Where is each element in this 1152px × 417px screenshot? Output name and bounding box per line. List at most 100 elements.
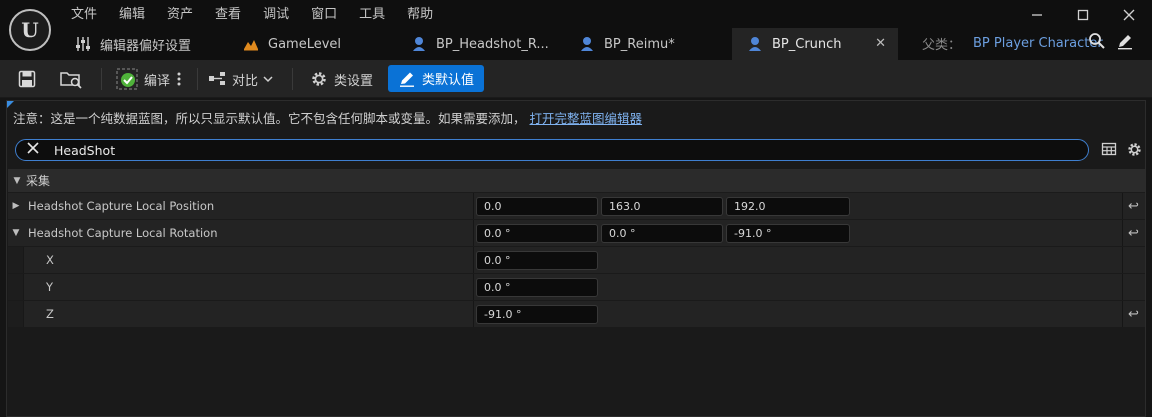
tab-editor-preferences[interactable]: 编辑器偏好设置 — [60, 28, 228, 60]
tab-label: BP_Crunch — [772, 36, 842, 52]
class-defaults-button[interactable]: 类默认值 — [388, 65, 485, 92]
column-divider — [1122, 220, 1123, 246]
save-button[interactable] — [18, 65, 36, 93]
column-divider — [1122, 193, 1123, 219]
data-only-notice: 注意：这是一个纯数据蓝图，所以只显示默认值。它不包含任何脚本或变量。如果需要添加… — [13, 108, 642, 127]
character-icon — [746, 35, 764, 53]
more-vertical-icon — [177, 72, 181, 86]
search-input[interactable] — [54, 142, 954, 158]
table-row: ▶ Headshot Capture Local Position 0.0 16… — [8, 193, 1145, 220]
collapse-arrow-icon[interactable]: ▶ — [8, 201, 24, 211]
compile-options-button[interactable] — [176, 65, 182, 93]
menu-edit[interactable]: 编辑 — [108, 0, 156, 30]
rotation-x-field[interactable]: 0.0 ° — [476, 224, 598, 243]
save-icon — [18, 70, 36, 88]
browse-button[interactable] — [60, 65, 84, 93]
property-name[interactable]: ▼ Headshot Capture Local Rotation — [8, 220, 218, 246]
details-view-options — [1101, 141, 1143, 158]
property-label: Z — [46, 307, 54, 321]
minimize-button[interactable] — [1014, 0, 1060, 30]
property-label: X — [46, 253, 54, 267]
level-icon — [242, 35, 260, 53]
menu-tools[interactable]: 工具 — [348, 0, 396, 30]
tab-bp-headshot[interactable]: BP_Headshot_R... — [396, 28, 564, 60]
column-divider — [473, 220, 474, 246]
menu-asset[interactable]: 资产 — [156, 0, 204, 30]
search-icon[interactable] — [1088, 32, 1106, 50]
property-name[interactable]: ▶ Headshot Capture Local Position — [8, 193, 215, 219]
category-label: 采集 — [26, 174, 51, 188]
menu-bar: 文件 编辑 资产 查看 调试 窗口 工具 帮助 — [60, 0, 444, 30]
class-settings-button[interactable]: 类设置 — [309, 65, 373, 93]
minimize-icon — [1032, 14, 1042, 16]
position-y-field[interactable]: 163.0 — [601, 197, 723, 216]
menu-window[interactable]: 窗口 — [300, 0, 348, 30]
column-divider — [473, 193, 474, 219]
settings-gear-icon[interactable] — [1126, 141, 1143, 158]
column-divider — [473, 247, 474, 273]
menu-help[interactable]: 帮助 — [396, 0, 444, 30]
column-divider — [1122, 274, 1123, 300]
maximize-button[interactable] — [1060, 0, 1106, 30]
toolbar: 编译 对比 类设置 类默认值 — [0, 60, 1152, 98]
menu-debug[interactable]: 调试 — [252, 0, 300, 30]
character-icon — [578, 35, 596, 53]
rotation-y-field[interactable]: 0.0 ° — [601, 224, 723, 243]
notice-text: 注意：这是一个纯数据蓝图，所以只显示默认值。它不包含任何脚本或变量。如果需要添加… — [13, 111, 526, 126]
diff-label: 对比 — [232, 73, 259, 89]
reset-to-default-icon[interactable]: ↩ — [1128, 307, 1139, 322]
category-header[interactable]: ▼ 采集 — [8, 169, 1145, 193]
rotation-y-child-field[interactable]: 0.0 ° — [476, 278, 598, 297]
unreal-logo[interactable]: U — [9, 9, 51, 51]
window-controls — [1014, 0, 1152, 30]
close-icon — [1123, 9, 1135, 21]
rotation-z-field[interactable]: -91.0 ° — [726, 224, 850, 243]
clear-search-icon[interactable] — [20, 142, 46, 158]
expand-arrow-icon: ▼ — [13, 175, 21, 186]
reset-to-default-icon[interactable]: ↩ — [1128, 226, 1139, 241]
toolbar-separator — [197, 68, 198, 90]
close-window-button[interactable] — [1106, 0, 1152, 30]
rotation-z-child-field[interactable]: -91.0 ° — [476, 305, 598, 324]
toolbar-separator — [292, 68, 293, 90]
menu-view[interactable]: 查看 — [204, 0, 252, 30]
open-full-editor-link[interactable]: 打开完整蓝图编辑器 — [530, 111, 643, 126]
column-divider — [473, 301, 474, 327]
tab-label: GameLevel — [268, 36, 342, 52]
sliders-icon — [74, 35, 92, 53]
class-defaults-label: 类默认值 — [422, 73, 475, 88]
table-row: X 0.0 ° — [8, 247, 1145, 274]
tab-bp-reimu[interactable]: BP_Reimu* — [564, 28, 732, 60]
table-row: ▼ Headshot Capture Local Rotation 0.0 ° … — [8, 220, 1145, 247]
menu-file[interactable]: 文件 — [60, 0, 108, 30]
rotation-x-child-field[interactable]: 0.0 ° — [476, 251, 598, 270]
tab-close-icon[interactable]: ✕ — [875, 36, 886, 51]
diff-icon — [209, 72, 225, 85]
position-z-field[interactable]: 192.0 — [726, 197, 850, 216]
indent-guide — [8, 247, 24, 273]
diff-button[interactable]: 对比 — [208, 65, 273, 93]
reset-to-default-icon[interactable]: ↩ — [1128, 199, 1139, 214]
character-icon — [410, 35, 428, 53]
tab-gamelevel[interactable]: GameLevel — [228, 28, 396, 60]
details-search[interactable] — [15, 139, 1089, 161]
tab-bp-crunch[interactable]: BP_Crunch ✕ — [732, 28, 898, 60]
parent-class-link[interactable]: BP Player Character — [973, 36, 1103, 51]
compile-status-icon — [116, 68, 138, 90]
property-label: Headshot Capture Local Position — [28, 199, 215, 213]
compile-button[interactable]: 编译 — [116, 65, 170, 93]
title-bar: U 文件 编辑 资产 查看 调试 窗口 工具 帮助 编辑器偏好设置 GameLe… — [0, 0, 1152, 60]
document-tabs: 编辑器偏好设置 GameLevel BP_Headshot_R... BP_Re… — [60, 28, 898, 60]
maximize-icon — [1077, 9, 1089, 21]
column-divider — [1122, 247, 1123, 273]
table-view-icon[interactable] — [1101, 141, 1117, 157]
expand-arrow-icon[interactable]: ▼ — [8, 228, 24, 238]
column-divider — [1122, 301, 1123, 327]
position-x-field[interactable]: 0.0 — [476, 197, 598, 216]
parent-actions — [1088, 32, 1134, 50]
indent-guide — [8, 274, 24, 300]
tab-label: 编辑器偏好设置 — [100, 38, 192, 54]
column-divider — [473, 274, 474, 300]
edit-pencil-icon — [400, 72, 414, 87]
edit-pencil-icon[interactable] — [1116, 32, 1134, 50]
